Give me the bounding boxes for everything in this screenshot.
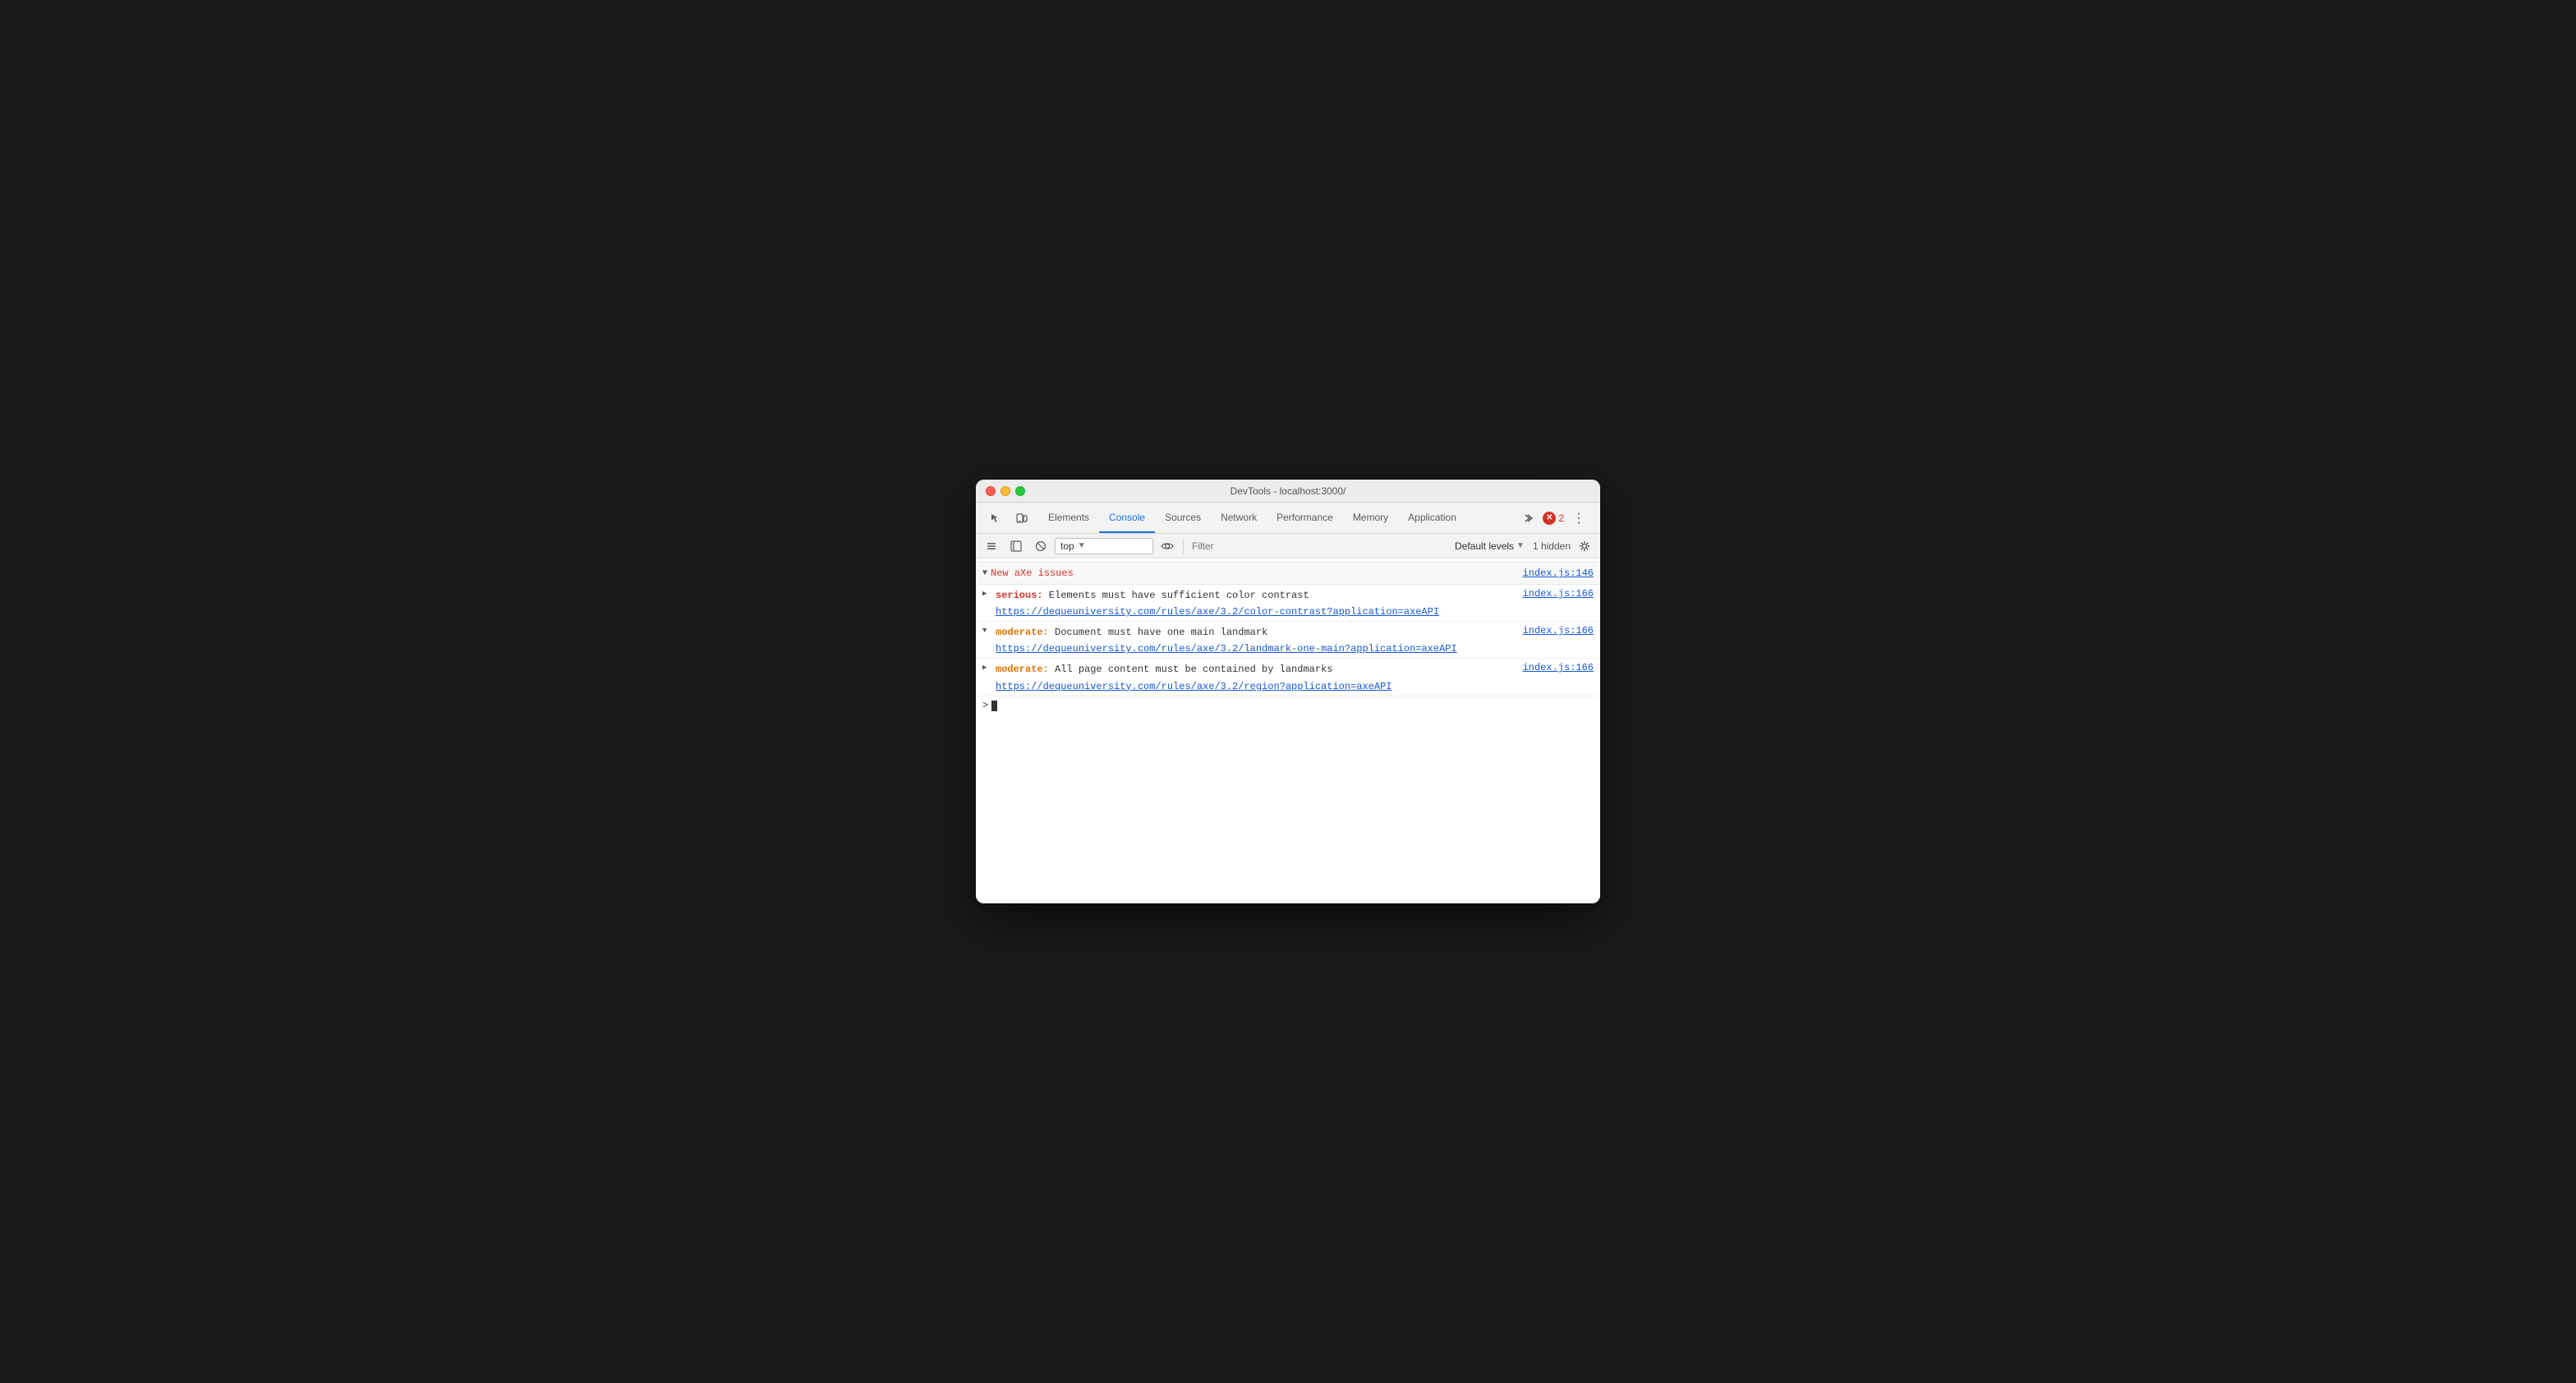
block-icon — [1035, 540, 1046, 552]
filter-separator — [1183, 539, 1184, 554]
device-toolbar-button[interactable] — [1010, 507, 1033, 530]
axe-section-header: ▼ New aXe issues index.js:146 — [976, 562, 1600, 585]
cursor-icon — [990, 512, 1001, 524]
console-content: ▼ New aXe issues index.js:146 ▶ serious:… — [976, 558, 1600, 903]
error-icon: ✕ — [1543, 512, 1556, 525]
context-selector[interactable]: top ▼ — [1055, 538, 1153, 554]
cursor — [991, 700, 997, 711]
input-chevron-icon: > — [982, 700, 988, 711]
tab-elements[interactable]: Elements — [1038, 503, 1099, 533]
log-entry-inner-1: serious: Elements must have sufficient c… — [996, 588, 1594, 618]
entry-text-3: moderate: All page content must be conta… — [996, 662, 1513, 678]
more-tabs-button[interactable] — [1516, 507, 1539, 530]
console-settings-button[interactable] — [1574, 535, 1595, 557]
entry-severity-2: moderate: — [996, 627, 1049, 638]
device-icon — [1016, 512, 1028, 524]
log-entry-2: ▼ moderate: Document must have one main … — [976, 622, 1600, 659]
entry-link-1[interactable]: https://dequeuniversity.com/rules/axe/3.… — [996, 606, 1594, 618]
console-toolbar: top ▼ Default levels ▼ 1 hidden — [976, 534, 1600, 558]
inspect-element-button[interactable] — [984, 507, 1007, 530]
tab-sources[interactable]: Sources — [1155, 503, 1211, 533]
levels-selector[interactable]: Default levels ▼ — [1450, 539, 1530, 554]
close-button[interactable] — [986, 486, 996, 496]
entry-toggle-2[interactable]: ▼ — [982, 627, 987, 635]
context-arrow-icon: ▼ — [1078, 541, 1086, 550]
error-badge[interactable]: ✕ 2 — [1543, 512, 1564, 525]
entry-file-ref-1[interactable]: index.js:166 — [1523, 588, 1594, 600]
tab-bar-right: ✕ 2 ⋮ — [1510, 503, 1597, 533]
levels-arrow-icon: ▼ — [1516, 541, 1525, 550]
entry-severity-1: serious: — [996, 590, 1043, 601]
section-title: New aXe issues — [991, 567, 1074, 579]
section-header-left: ▼ New aXe issues — [982, 567, 1074, 579]
gear-icon — [1579, 540, 1590, 552]
console-input-line: > — [976, 696, 1600, 714]
entry-file-ref-3[interactable]: index.js:166 — [1523, 662, 1594, 673]
eye-icon — [1161, 541, 1174, 551]
hidden-count: 1 hidden — [1533, 540, 1571, 552]
log-entry-header-2: moderate: Document must have one main la… — [996, 625, 1594, 641]
filter-input[interactable] — [1189, 540, 1447, 552]
entry-text-2: moderate: Document must have one main la… — [996, 625, 1513, 641]
devtools-window: DevTools - localhost:3000/ Elements — [976, 480, 1600, 903]
live-expression-button[interactable] — [1157, 535, 1178, 557]
window-title: DevTools - localhost:3000/ — [1230, 485, 1346, 497]
tab-console[interactable]: Console — [1099, 503, 1155, 533]
entry-file-ref-2[interactable]: index.js:166 — [1523, 625, 1594, 636]
log-entry-inner-2: moderate: Document must have one main la… — [996, 625, 1594, 655]
levels-label: Default levels — [1455, 540, 1514, 552]
clear-icon — [986, 540, 997, 552]
entry-severity-3: moderate: — [996, 664, 1049, 675]
maximize-button[interactable] — [1015, 486, 1025, 496]
clear-console-button[interactable] — [981, 535, 1002, 557]
traffic-lights — [986, 486, 1025, 496]
section-toggle-button[interactable]: ▼ — [982, 569, 987, 578]
show-sidebar-button[interactable] — [1005, 535, 1027, 557]
log-entry-header-3: moderate: All page content must be conta… — [996, 662, 1594, 678]
entry-link-2[interactable]: https://dequeuniversity.com/rules/axe/3.… — [996, 643, 1594, 655]
title-bar: DevTools - localhost:3000/ — [976, 480, 1600, 503]
entry-link-3[interactable]: https://dequeuniversity.com/rules/axe/3.… — [996, 681, 1594, 692]
entry-text-1: serious: Elements must have sufficient c… — [996, 588, 1513, 604]
log-entry-header-1: serious: Elements must have sufficient c… — [996, 588, 1594, 604]
more-menu-button[interactable]: ⋮ — [1567, 510, 1590, 526]
log-entry-inner-3: moderate: All page content must be conta… — [996, 662, 1594, 692]
tab-bar: Elements Console Sources Network Perform… — [976, 503, 1600, 534]
tab-performance[interactable]: Performance — [1267, 503, 1343, 533]
context-value: top — [1060, 540, 1074, 552]
console-toolbar-left — [981, 535, 1051, 557]
entry-toggle-1[interactable]: ▶ — [982, 590, 987, 598]
disable-network-button[interactable] — [1030, 535, 1051, 557]
sidebar-icon — [1010, 540, 1022, 552]
log-entry-1: ▶ serious: Elements must have sufficient… — [976, 585, 1600, 622]
tab-application[interactable]: Application — [1398, 503, 1466, 533]
tab-memory[interactable]: Memory — [1343, 503, 1398, 533]
minimize-button[interactable] — [1000, 486, 1010, 496]
tab-network[interactable]: Network — [1211, 503, 1267, 533]
entry-toggle-3[interactable]: ▶ — [982, 664, 987, 672]
chevron-right-icon — [1522, 512, 1534, 524]
section-file-ref[interactable]: index.js:146 — [1523, 567, 1594, 579]
tab-bar-icons — [979, 503, 1038, 533]
log-entry-3: ▶ moderate: All page content must be con… — [976, 659, 1600, 696]
error-count: 2 — [1558, 512, 1564, 524]
